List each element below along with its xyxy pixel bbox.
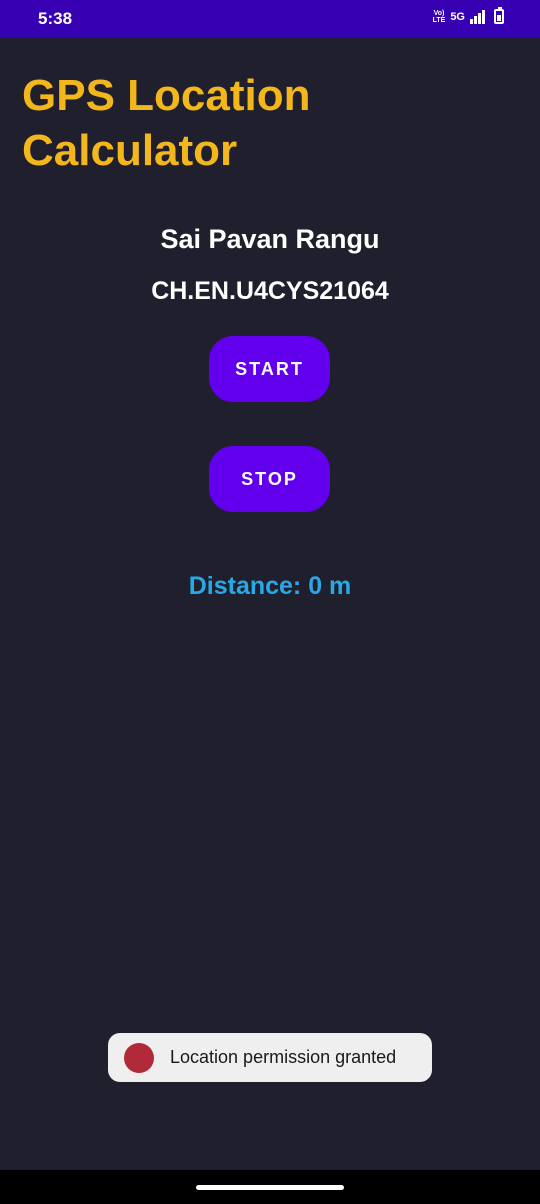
app-logo-icon <box>124 1042 154 1073</box>
status-icons: Vo) LTE 5G <box>432 7 504 24</box>
app-screen: 5:38 Vo) LTE 5G GPS Location Calculator … <box>0 0 540 1204</box>
author-name: Sai Pavan Rangu <box>160 224 380 254</box>
network-type: 5G <box>450 10 465 23</box>
toast-message: Location permission granted <box>170 1047 397 1067</box>
start-button[interactable]: START <box>209 336 330 402</box>
distance-readout: Distance: 0 m <box>188 572 352 600</box>
status-time: 5:38 <box>38 9 73 28</box>
roll-number: CH.EN.U4CYS21064 <box>151 277 389 305</box>
home-indicator[interactable] <box>196 1185 344 1190</box>
signal-icon <box>470 9 485 24</box>
volte-icon: Vo) LTE <box>432 9 446 24</box>
app-title: GPS Location Calculator <box>22 71 311 175</box>
toast-notification: Location permission granted <box>108 1033 432 1082</box>
status-bar: 5:38 Vo) LTE 5G <box>0 0 540 38</box>
battery-icon <box>494 7 504 24</box>
navigation-bar <box>0 1170 540 1204</box>
stop-button[interactable]: STOP <box>209 446 330 512</box>
